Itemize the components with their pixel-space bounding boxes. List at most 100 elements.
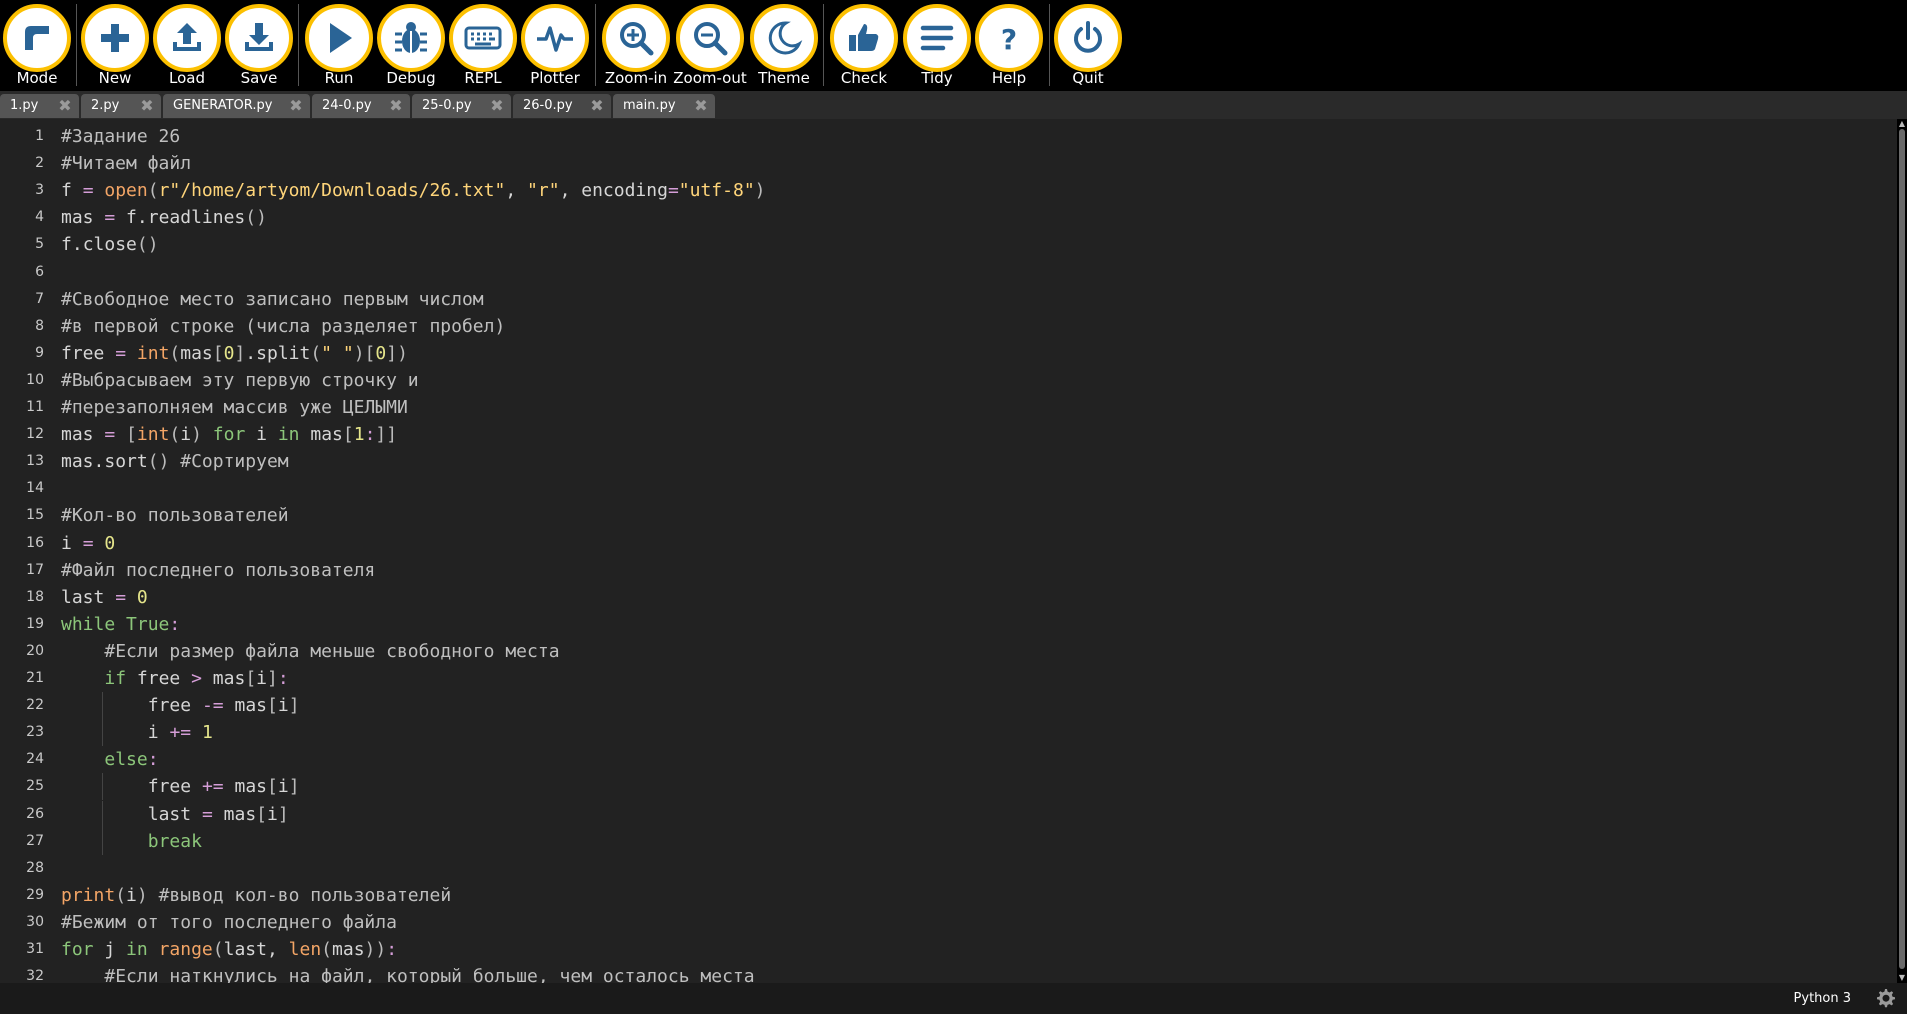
quit-button[interactable]: Quit (1051, 0, 1123, 91)
code-text: #Кол-во пользователей (61, 505, 289, 527)
power-icon (1054, 4, 1122, 72)
code-line[interactable]: 6 (0, 259, 1897, 286)
code-line[interactable]: 9 free = int(mas[0].split(" ")[0]) (0, 340, 1897, 367)
close-icon[interactable]: ✖ (489, 98, 505, 114)
vertical-scrollbar[interactable]: ▲ ▼ (1897, 119, 1907, 983)
code-text: i += 1 (147, 722, 213, 744)
code-text: f = open(r"/home/artyom/Downloads/26.txt… (61, 180, 766, 202)
code-line[interactable]: 20 #Если размер файла меньше свободного … (0, 638, 1897, 665)
help-label: Help (991, 69, 1027, 87)
tab-25-0-py[interactable]: 25-0.py ✖ (412, 94, 511, 118)
code-line[interactable]: 10 #Выбрасываем эту первую строчку и (0, 367, 1897, 394)
code-line[interactable]: 24 else: (0, 746, 1897, 773)
zoom-in-button[interactable]: Zoom-in (599, 0, 671, 91)
code-line[interactable]: 25 free += mas[i] (0, 773, 1897, 801)
code-line[interactable]: 22 free -= mas[i] (0, 692, 1897, 720)
gear-icon[interactable] (1873, 986, 1897, 1010)
line-number: 7 (35, 290, 44, 307)
tab-generator-py[interactable]: GENERATOR.py ✖ (163, 94, 310, 118)
debug-label: Debug (386, 69, 436, 87)
close-icon[interactable]: ✖ (57, 98, 73, 114)
run-button[interactable]: Run (302, 0, 374, 91)
lines-icon (903, 4, 971, 72)
zoom-out-label: Zoom-out (673, 69, 747, 87)
tab-label: 26-0.py (523, 98, 573, 113)
theme-label: Theme (758, 69, 810, 87)
code-text: while True: (61, 613, 181, 635)
code-editor[interactable]: 1 #Задание 26 2 #Читаем файл 3 f = open(r"/ho… (0, 119, 1897, 983)
save-button[interactable]: Save (222, 0, 294, 91)
scrollbar-thumb[interactable] (1899, 129, 1905, 969)
code-line[interactable]: 12 mas = [int(i) for i in mas[1:]] (0, 421, 1897, 448)
tab-1-py[interactable]: 1.py ✖ (0, 94, 79, 118)
tidy-button[interactable]: Tidy (900, 0, 972, 91)
plus-icon (81, 4, 149, 72)
line-number: 32 (26, 968, 44, 983)
code-text: mas = f.readlines() (61, 207, 267, 229)
line-number: 25 (26, 778, 44, 795)
code-line[interactable]: 31 for j in range(last, len(mas)): (0, 936, 1897, 963)
tab-label: 2.py (91, 98, 120, 113)
line-number: 21 (26, 670, 44, 686)
code-line[interactable]: 3 f = open(r"/home/artyom/Downloads/26.tx… (0, 177, 1897, 204)
check-button[interactable]: Check (827, 0, 899, 91)
plotter-button[interactable]: Plotter (518, 0, 590, 91)
line-number: 24 (26, 751, 44, 768)
tab-bar: 1.py ✖ 2.py ✖ GENERATOR.py ✖ 24-0.py ✖ 2… (0, 91, 1907, 119)
theme-button[interactable]: Theme (747, 0, 819, 91)
tab-2-py[interactable]: 2.py ✖ (81, 94, 161, 118)
toolbar-separator (1049, 4, 1050, 86)
toolbar-separator (76, 4, 77, 86)
code-text: #Свободное место записано первым числом (61, 288, 484, 310)
code-line[interactable]: 8 #в первой строке (числа разделяет пробе… (0, 313, 1897, 340)
code-line[interactable]: 19 while True: (0, 611, 1897, 638)
debug-button[interactable]: Debug (374, 0, 446, 91)
code-line[interactable]: 5 f.close() (0, 231, 1897, 258)
code-text: #Если наткнулись на файл, который больше… (104, 966, 755, 983)
scroll-up-icon[interactable]: ▲ (1897, 119, 1907, 129)
help-button[interactable]: ? Help (972, 0, 1044, 91)
play-icon (305, 4, 373, 72)
code-line[interactable]: 18 last = 0 (0, 584, 1897, 611)
tidy-label: Tidy (921, 69, 953, 87)
code-line[interactable]: 14 (0, 475, 1897, 502)
download-icon (225, 4, 293, 72)
line-number: 22 (26, 697, 44, 714)
new-button[interactable]: New (78, 0, 150, 91)
code-line[interactable]: 28 (0, 855, 1897, 882)
tab-24-0-py[interactable]: 24-0.py ✖ (312, 94, 410, 118)
code-line[interactable]: 4 mas = f.readlines() (0, 204, 1897, 231)
code-line[interactable]: 11 #перезаполняем массив уже ЦЕЛЫМИ (0, 394, 1897, 421)
code-text: #Бежим от того последнего файла (61, 911, 397, 933)
close-icon[interactable]: ✖ (388, 98, 404, 114)
code-line[interactable]: 21 if free > mas[i]: (0, 665, 1897, 692)
code-line[interactable]: 13 mas.sort() #Сортируем (0, 448, 1897, 475)
scroll-down-icon[interactable]: ▼ (1897, 973, 1907, 983)
line-number: 29 (26, 886, 44, 903)
code-line[interactable]: 27 break (0, 827, 1897, 855)
code-line[interactable]: 15 #Кол-во пользователей (0, 502, 1897, 529)
tab-label: GENERATOR.py (173, 98, 273, 113)
close-icon[interactable]: ✖ (139, 98, 155, 114)
tab-main-py[interactable]: main.py ✖ (613, 94, 715, 118)
close-icon[interactable]: ✖ (693, 98, 709, 114)
mode-button[interactable]: Mode (0, 0, 72, 91)
code-line[interactable]: 17 #Файл последнего пользователя (0, 557, 1897, 584)
tab-26-0-py[interactable]: 26-0.py ✖ (513, 94, 611, 118)
code-line[interactable]: 26 last = mas[i] (0, 800, 1897, 828)
repl-button[interactable]: REPL (446, 0, 518, 91)
code-line[interactable]: 16 i = 0 (0, 530, 1897, 557)
zoom-out-button[interactable]: Zoom-out (673, 0, 747, 91)
load-label: Load (169, 69, 205, 87)
code-line[interactable]: 1 #Задание 26 (0, 123, 1897, 150)
load-button[interactable]: Load (150, 0, 222, 91)
code-line[interactable]: 30 #Бежим от того последнего файла (0, 909, 1897, 936)
code-line[interactable]: 23 i += 1 (0, 719, 1897, 747)
code-line[interactable]: 32 #Если наткнулись на файл, который бол… (0, 963, 1897, 983)
code-line[interactable]: 29 print(i) #вывод кол-во пользователей (0, 882, 1897, 909)
close-icon[interactable]: ✖ (288, 98, 304, 114)
plotter-label: Plotter (530, 69, 580, 87)
code-line[interactable]: 2 #Читаем файл (0, 150, 1897, 177)
close-icon[interactable]: ✖ (589, 98, 605, 114)
code-line[interactable]: 7 #Свободное место записано первым числом (0, 286, 1897, 313)
